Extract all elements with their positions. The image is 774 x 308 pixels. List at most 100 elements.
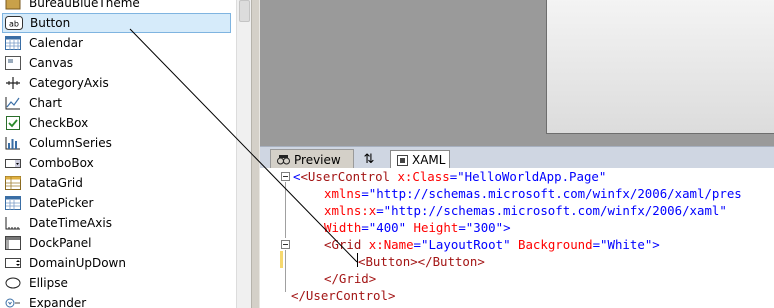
- code-token: ": [503, 237, 511, 252]
- code-token: http://schemas.microsoft.com/winfx/2006/…: [391, 203, 720, 218]
- toolbox-item-datetimeaxis[interactable]: DateTimeAxis: [2, 213, 231, 233]
- toolbox-item-label: BureauBlueTheme: [29, 0, 140, 10]
- code-token: =": [376, 203, 392, 218]
- datepicker-icon: [4, 195, 22, 211]
- code-token: http://schemas.microsoft.com/winfx/2006/…: [376, 186, 742, 201]
- code-line-6: <Button></Button>: [358, 253, 485, 270]
- code-line-1: <<UserControl x:Class="HelloWorldApp.Pag…: [293, 169, 607, 184]
- datetime-axis-icon: [4, 215, 22, 231]
- toolbox-panel: BureauBlueTheme ab Button Calendar Canva…: [0, 0, 236, 308]
- code-token: =": [449, 169, 465, 184]
- toolbox-item-categoryaxis[interactable]: CategoryAxis: [2, 73, 231, 93]
- code-token: ": [719, 203, 727, 218]
- code-line-8: </UserControl>: [291, 287, 395, 304]
- toolbox-item-label: Ellipse: [29, 276, 68, 290]
- design-page-preview[interactable]: [546, 0, 774, 134]
- toolbox-item-label: Expander: [29, 296, 87, 308]
- swap-arrows-icon: ⇅: [363, 151, 375, 167]
- scrollbar-thumb[interactable]: [239, 0, 250, 22]
- toolbox-item-datepicker[interactable]: DatePicker: [2, 193, 231, 213]
- toolbox-item-label: DockPanel: [29, 236, 92, 250]
- toolbox-item-label: CategoryAxis: [29, 76, 109, 90]
- changed-line-marker: [280, 251, 283, 268]
- toolbox-item-checkbox[interactable]: CheckBox: [2, 113, 231, 133]
- code-token: xmlns: [324, 186, 362, 201]
- code-line-2: xmlns="http://schemas.microsoft.com/winf…: [324, 185, 742, 202]
- toolbox-item-datagrid[interactable]: DataGrid: [2, 173, 231, 193]
- ellipse-icon: [4, 275, 22, 291]
- collapse-usercontrol-icon[interactable]: [281, 172, 290, 181]
- code-token: x:Name: [361, 237, 414, 252]
- domain-updown-icon: [4, 255, 22, 271]
- toolbox-item-chart[interactable]: Chart: [2, 93, 231, 113]
- toolbox-item-domainupdown[interactable]: DomainUpDown: [2, 253, 231, 273]
- tab-xaml-label: XAML: [412, 153, 446, 167]
- toolbox-item-canvas[interactable]: Canvas: [2, 53, 231, 73]
- code-token: <UserControl: [300, 169, 390, 184]
- code-token: White: [607, 237, 645, 252]
- toolbox-item-label: Canvas: [29, 56, 74, 70]
- code-token: <Grid: [324, 237, 362, 252]
- button-icon: ab: [5, 15, 23, 31]
- code-token: =": [361, 186, 377, 201]
- toolbox-item-bureaubluetheme[interactable]: BureauBlueTheme: [2, 0, 231, 13]
- toolbox-item-button[interactable]: ab Button: [2, 13, 231, 33]
- panel-splitter[interactable]: [251, 0, 260, 308]
- theme-icon: [4, 0, 22, 11]
- expander-icon: [4, 295, 22, 308]
- toolbox-item-label: Button: [30, 16, 71, 30]
- code-token: =": [592, 237, 608, 252]
- tab-preview[interactable]: Preview: [270, 149, 354, 169]
- code-token: Height: [406, 220, 459, 235]
- code-line-4: Width="400" Height="300">: [324, 219, 511, 236]
- code-line-3: xmlns:x="http://schemas.microsoft.com/wi…: [324, 202, 727, 219]
- category-axis-icon: [4, 75, 22, 91]
- swap-panes-button[interactable]: ⇅: [352, 149, 386, 169]
- toolbox-item-label: ColumnSeries: [29, 136, 112, 150]
- code-token: </Grid>: [324, 271, 377, 286]
- xaml-code-editor[interactable]: <<UserControl x:Class="HelloWorldApp.Pag…: [260, 168, 774, 308]
- code-token: =": [361, 220, 377, 235]
- fold-guide: [285, 250, 286, 292]
- toolbox-item-columnseries[interactable]: ColumnSeries: [2, 133, 231, 153]
- toolbox-item-label: DataGrid: [29, 176, 83, 190]
- text-caret: [357, 253, 358, 267]
- chart-icon: [4, 95, 22, 111]
- code-token: ": [398, 220, 407, 235]
- toolbox-item-label: DateTimeAxis: [29, 216, 112, 230]
- fold-guide: [285, 182, 286, 238]
- toolbox-item-combobox[interactable]: ComboBox: [2, 153, 231, 173]
- code-token: =": [458, 220, 474, 235]
- toolbox-item-label: ComboBox: [29, 156, 94, 170]
- collapse-grid-icon[interactable]: [281, 240, 290, 249]
- code-token: Background: [510, 237, 593, 252]
- code-token: 300: [473, 220, 496, 235]
- code-token: ">: [644, 237, 660, 252]
- code-token: =": [413, 237, 429, 252]
- toolbox-scrollbar[interactable]: [236, 0, 251, 308]
- code-line-7: </Grid>: [324, 270, 376, 287]
- svg-text:ab: ab: [9, 20, 19, 29]
- toolbox-item-ellipse[interactable]: Ellipse: [2, 273, 231, 293]
- canvas-icon: [4, 55, 22, 71]
- code-token: </UserControl>: [291, 288, 396, 303]
- toolbox-item-label: Calendar: [29, 36, 83, 50]
- dockpanel-icon: [4, 235, 22, 251]
- xaml-icon: [397, 154, 408, 166]
- code-token: xmlns:x: [324, 203, 377, 218]
- code-token: 400: [376, 220, 399, 235]
- column-series-icon: [4, 135, 22, 151]
- tab-xaml[interactable]: XAML: [390, 150, 450, 170]
- design-surface[interactable]: [260, 0, 774, 146]
- code-token: HelloWorldApp.Page: [464, 169, 599, 184]
- toolbox-item-calendar[interactable]: Calendar: [2, 33, 231, 53]
- toolbox-item-label: CheckBox: [29, 116, 89, 130]
- code-token: ">: [495, 220, 511, 235]
- toolbox-item-dockpanel[interactable]: DockPanel: [2, 233, 231, 253]
- view-tab-strip: Preview ⇅ XAML: [260, 146, 774, 170]
- calendar-icon: [4, 35, 22, 51]
- tab-preview-label: Preview: [294, 152, 341, 167]
- code-token: ": [598, 169, 607, 184]
- toolbox-item-expander[interactable]: Expander: [2, 293, 231, 308]
- code-token: Width: [324, 220, 362, 235]
